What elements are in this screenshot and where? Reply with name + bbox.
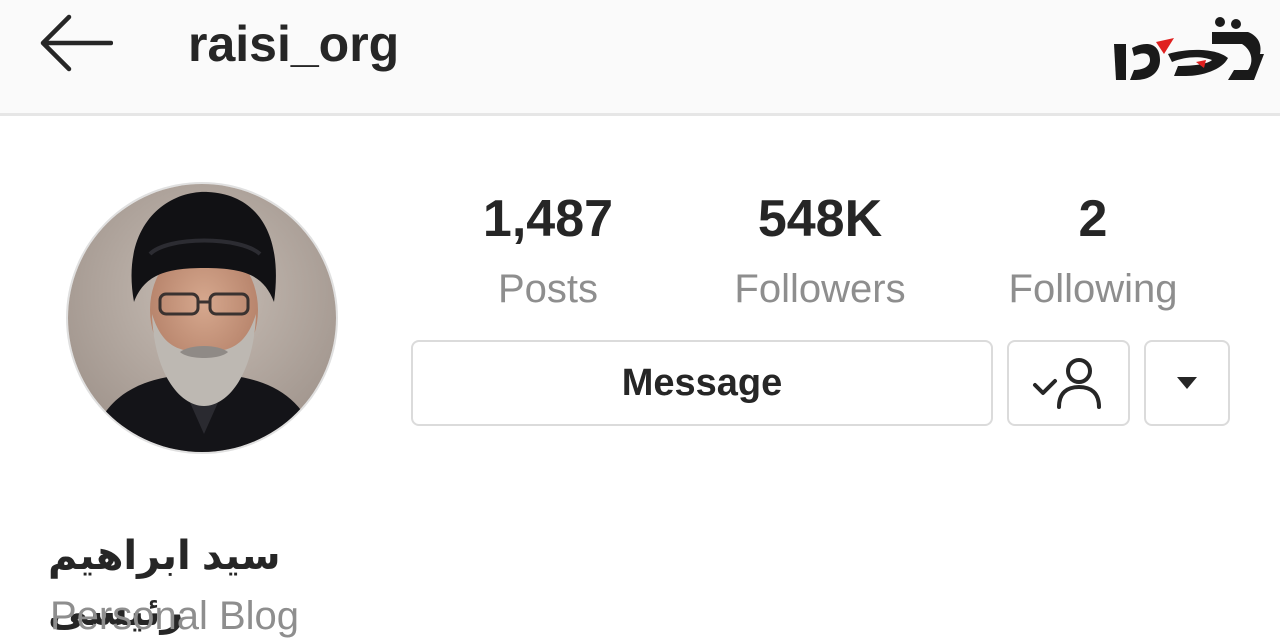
posts-label: Posts bbox=[497, 267, 599, 311]
person-check-icon bbox=[1032, 358, 1101, 409]
profile-photo bbox=[68, 184, 336, 452]
site-logo-watermark bbox=[1114, 17, 1264, 80]
following-toggle-button[interactable] bbox=[1007, 340, 1130, 426]
followers-count: 548K bbox=[757, 190, 883, 248]
arrow-left-icon bbox=[40, 14, 113, 72]
stat-posts[interactable]: 1,487 Posts bbox=[448, 188, 648, 314]
caret-down-icon bbox=[1177, 377, 1197, 389]
followers-label: Followers bbox=[734, 267, 906, 311]
posts-count: 1,487 bbox=[482, 190, 614, 248]
message-button[interactable]: Message bbox=[411, 340, 993, 426]
back-button[interactable] bbox=[30, 8, 120, 78]
profile-username: raisi_org bbox=[188, 16, 400, 72]
stat-followers[interactable]: 548K Followers bbox=[700, 188, 940, 314]
message-button-label: Message bbox=[621, 361, 783, 404]
suggestions-dropdown-button[interactable] bbox=[1144, 340, 1230, 426]
profile-category: Personal Blog bbox=[50, 594, 300, 638]
stat-following[interactable]: 2 Following bbox=[990, 188, 1196, 314]
profile-avatar[interactable] bbox=[66, 182, 338, 454]
following-count: 2 bbox=[1078, 190, 1108, 248]
following-label: Following bbox=[1008, 267, 1178, 311]
top-bar: raisi_org bbox=[0, 0, 1280, 116]
